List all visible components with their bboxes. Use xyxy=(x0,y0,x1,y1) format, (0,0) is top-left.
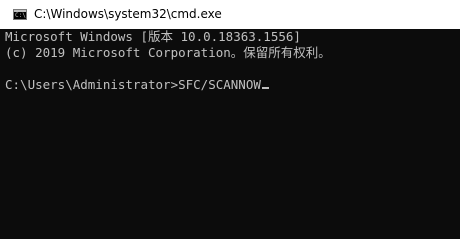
version-line: Microsoft Windows [版本 10.0.18363.1556] xyxy=(5,29,301,44)
window-title: C:\Windows\system32\cmd.exe xyxy=(34,7,222,21)
icon-glyph: C:\ xyxy=(15,12,26,19)
text-cursor xyxy=(261,87,269,89)
command-line[interactable]: C:\Users\Administrator>SFC/SCANNOW xyxy=(5,77,269,93)
console-area[interactable]: Microsoft Windows [版本 10.0.18363.1556] (… xyxy=(0,29,460,239)
title-bar[interactable]: C:\ C:\Windows\system32\cmd.exe xyxy=(0,0,460,29)
cmd-window: C:\ C:\Windows\system32\cmd.exe Microsof… xyxy=(0,0,460,239)
command-input[interactable]: SFC/SCANNOW xyxy=(178,77,261,92)
command-prompt-icon: C:\ xyxy=(13,9,27,20)
prompt-text: C:\Users\Administrator> xyxy=(5,77,179,92)
copyright-line: (c) 2019 Microsoft Corporation。保留所有权利。 xyxy=(5,45,331,60)
